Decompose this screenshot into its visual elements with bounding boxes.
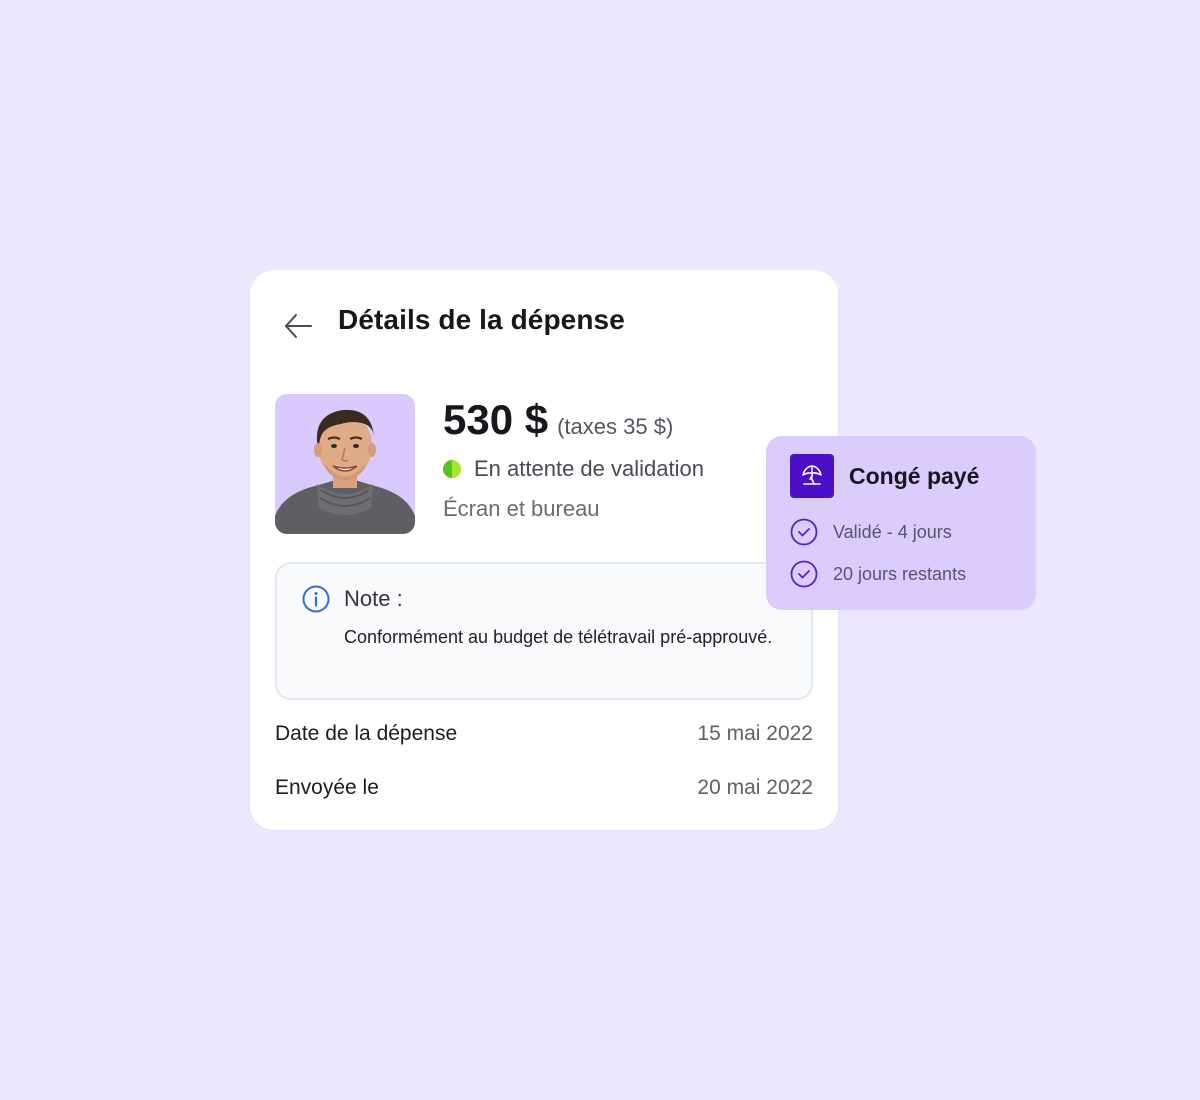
leave-item-validated: Validé - 4 jours — [790, 518, 952, 546]
check-circle-icon — [790, 518, 818, 546]
status-dot — [443, 460, 461, 478]
leave-item-text: 20 jours restants — [833, 563, 967, 584]
leave-title: Congé payé — [849, 463, 980, 489]
amount-row: 530 $ (taxes 35 $) — [443, 394, 673, 446]
beach-umbrella-icon — [790, 454, 834, 498]
back-button[interactable] — [278, 306, 318, 346]
info-icon — [302, 585, 330, 613]
detail-value: 20 mai 2022 — [697, 776, 813, 799]
detail-row-expense-date: Date de la dépense 15 mai 2022 — [275, 722, 813, 746]
leave-item-text: Validé - 4 jours — [833, 521, 952, 542]
note-box: Note : Conformément au budget de télétra… — [275, 562, 813, 700]
arrow-left-icon — [285, 314, 312, 338]
status-text: En attente de validation — [474, 456, 704, 481]
detail-row-sent-date: Envoyée le 20 mai 2022 — [275, 776, 813, 800]
expense-taxes: (taxes 35 $) — [557, 414, 674, 439]
check-circle-icon — [790, 560, 818, 588]
note-text: Conformément au budget de télétravail pr… — [344, 627, 773, 647]
expense-details-card: Détails de la dépense 530 $ (taxes 35 $)… — [250, 270, 838, 830]
expense-category: Écran et bureau — [443, 496, 600, 521]
user-avatar — [275, 394, 415, 534]
detail-value: 15 mai 2022 — [697, 722, 813, 745]
status-row: En attente de validation — [443, 456, 704, 482]
note-title: Note : — [344, 586, 403, 611]
page-title: Détails de la dépense — [338, 304, 625, 335]
detail-label: Date de la dépense — [275, 722, 458, 745]
paid-leave-card: Congé payé Validé - 4 jours 20 jours res… — [766, 436, 1036, 610]
expense-amount: 530 $ — [443, 396, 549, 443]
detail-label: Envoyée le — [275, 776, 379, 799]
leave-item-remaining: 20 jours restants — [790, 560, 966, 588]
